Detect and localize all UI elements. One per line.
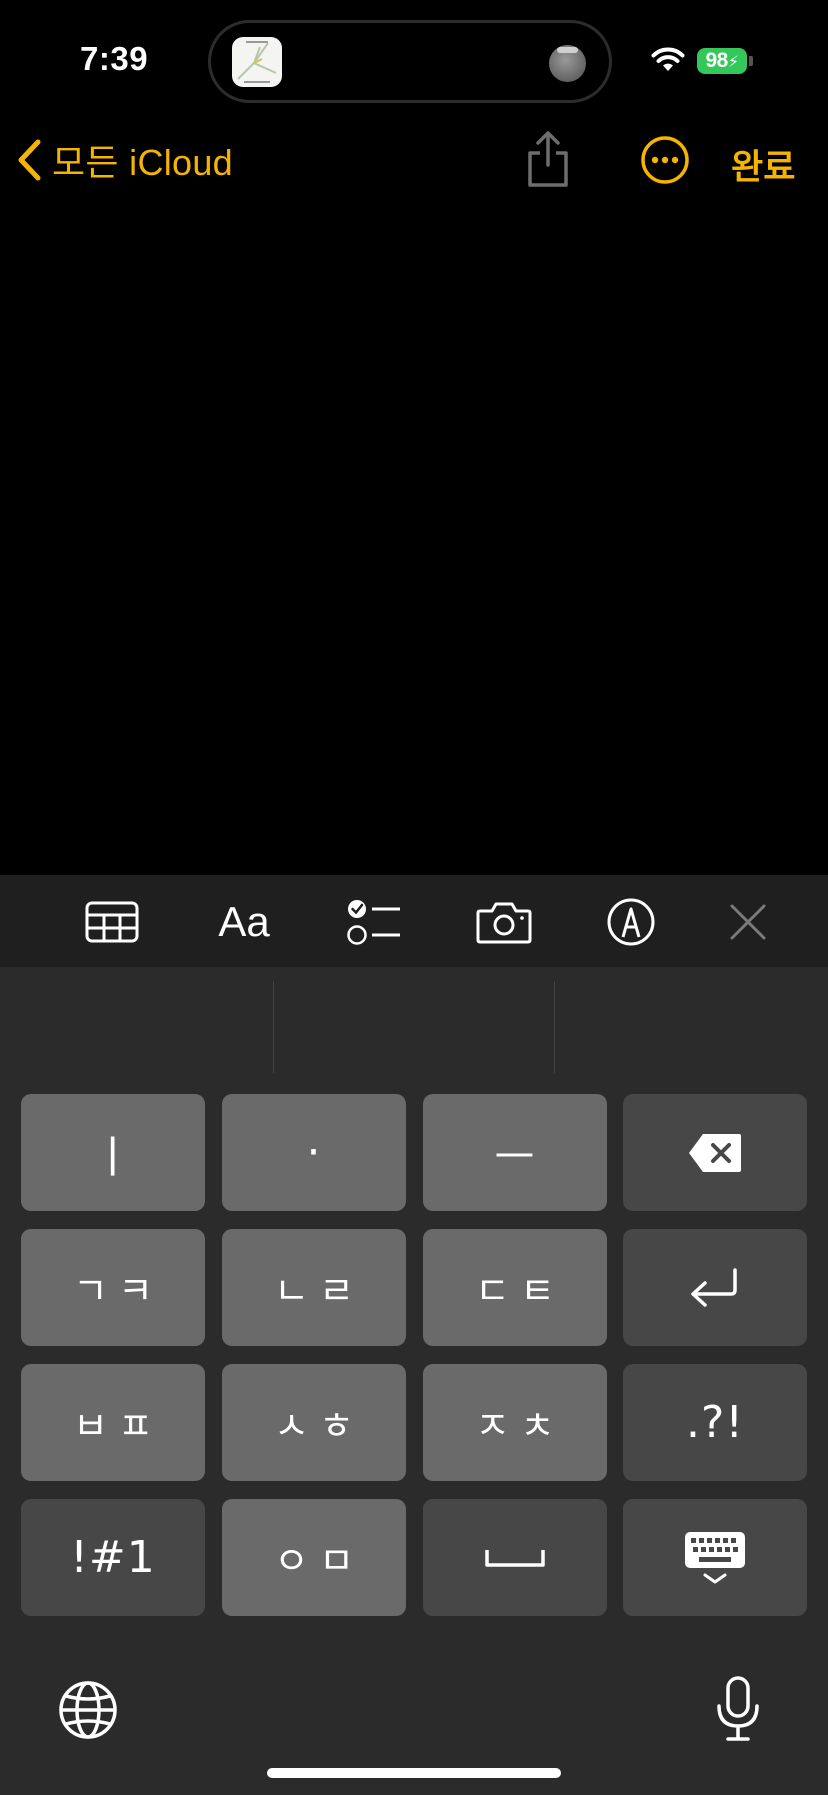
back-button-label: 모든 iCloud [52, 142, 234, 183]
key-vowel-i[interactable]: ㅣ [21, 1094, 205, 1211]
key-label: ㅈㅊ [475, 1404, 565, 1448]
key-punctuation[interactable]: .?! [623, 1364, 807, 1481]
table-icon [85, 901, 139, 943]
space-key[interactable] [423, 1499, 607, 1616]
dynamic-island[interactable] [208, 20, 612, 103]
charging-icon: ⚡ [727, 54, 739, 71]
navigation-bar: 모든 iCloud 완료 [0, 115, 828, 205]
key-label: ㅅㅎ [274, 1404, 364, 1448]
key-label: ㄷㅌ [475, 1269, 565, 1313]
key-label: !#1 [70, 1532, 156, 1583]
key-label: · [306, 1127, 322, 1178]
checklist-icon [347, 900, 400, 945]
key-label: ㄱㅋ [73, 1269, 163, 1313]
close-toolbar-button[interactable] [728, 897, 768, 947]
table-button[interactable] [85, 897, 139, 947]
formatting-toolbar: Aa [0, 875, 828, 967]
suggestion-bar [0, 967, 828, 1077]
keyboard-hide-icon [685, 1531, 745, 1583]
key-digeut-tieut[interactable]: ㄷㅌ [423, 1229, 607, 1346]
status-bar: 7:39 98⚡ [0, 0, 828, 110]
markup-button[interactable] [606, 897, 656, 947]
key-label: ㅂㅍ [73, 1404, 163, 1448]
back-button[interactable]: 모든 iCloud [16, 135, 233, 185]
more-options-icon[interactable] [640, 135, 690, 185]
key-siot-hieut[interactable]: ㅅㅎ [222, 1364, 406, 1481]
key-symbols[interactable]: !#1 [21, 1499, 205, 1616]
camera-button[interactable] [476, 897, 532, 947]
live-activity-app-icon [232, 37, 282, 87]
suggestion-item[interactable] [0, 967, 273, 1077]
suggestion-item[interactable] [274, 967, 554, 1077]
key-jieut-chieut[interactable]: ㅈㅊ [423, 1364, 607, 1481]
delete-backspace-icon [689, 1133, 741, 1172]
done-button[interactable]: 완료 [731, 139, 795, 190]
globe-icon[interactable] [58, 1680, 118, 1740]
homepod-icon [549, 45, 586, 82]
battery-indicator: 98⚡ [697, 48, 747, 74]
camera-icon [476, 902, 532, 944]
chevron-left-icon [18, 139, 41, 181]
key-label: .?! [686, 1397, 744, 1448]
status-time: 7:39 [80, 40, 149, 77]
share-icon[interactable] [525, 129, 571, 189]
delete-key[interactable] [623, 1094, 807, 1211]
markup-pen-icon [607, 898, 655, 946]
space-icon [485, 1549, 545, 1567]
key-label: ㅇㅁ [274, 1539, 364, 1583]
home-indicator[interactable] [267, 1768, 561, 1778]
note-editor[interactable] [0, 205, 828, 875]
key-ieung-mieum[interactable]: ㅇㅁ [222, 1499, 406, 1616]
return-key[interactable] [623, 1229, 807, 1346]
microphone-icon[interactable] [716, 1676, 760, 1742]
text-style-button[interactable]: Aa [214, 897, 274, 947]
key-vowel-dot[interactable]: · [222, 1094, 406, 1211]
key-bieup-pieup[interactable]: ㅂㅍ [21, 1364, 205, 1481]
battery-level: 98 [705, 49, 728, 72]
key-label: ㄴㄹ [274, 1269, 364, 1313]
dismiss-keyboard-key[interactable] [623, 1499, 807, 1616]
checklist-button[interactable] [346, 897, 402, 947]
suggestion-item[interactable] [555, 967, 828, 1077]
battery-cap [749, 56, 753, 66]
wifi-icon [651, 47, 685, 71]
return-arrow-icon [691, 1267, 737, 1307]
close-icon [730, 904, 766, 940]
key-label: ㅡ [494, 1131, 536, 1183]
key-vowel-eu[interactable]: ㅡ [423, 1094, 607, 1211]
key-label: ㅣ [92, 1131, 134, 1183]
key-nieun-rieul[interactable]: ㄴㄹ [222, 1229, 406, 1346]
key-giyeok-kieuk[interactable]: ㄱㅋ [21, 1229, 205, 1346]
